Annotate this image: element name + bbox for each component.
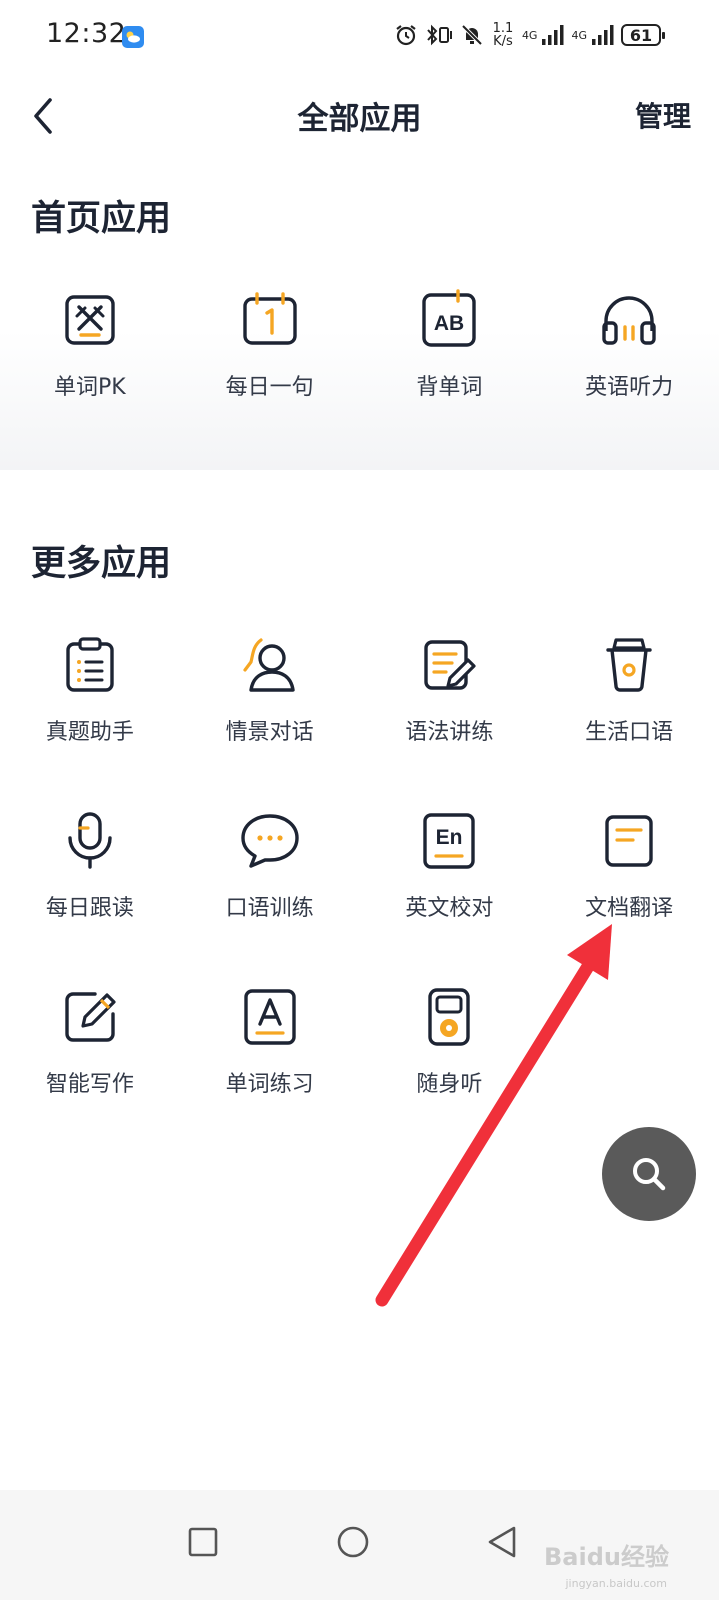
alarm-icon xyxy=(396,25,416,46)
status-bar: 12:32 1.1 K/s 4G 4G 61 xyxy=(0,0,719,76)
header: 全部应用 管理 xyxy=(0,76,719,154)
watermark: Baidu经验 xyxy=(544,1543,669,1571)
app-label: 智能写作 xyxy=(45,1072,134,1097)
app-item[interactable]: 智能写作 xyxy=(0,974,180,1150)
app-item[interactable]: 情景对话 xyxy=(180,622,360,798)
manage-button[interactable]: 管理 xyxy=(635,95,691,135)
more-apps-grid: 真题助手 情景对话 语法讲练 生活口语 每日跟读 口语训练 En 英文校对 文档… xyxy=(0,622,719,1150)
net-speed-unit: K/s xyxy=(493,34,513,49)
clipboard-icon xyxy=(66,637,114,692)
svg-text:En: En xyxy=(436,826,463,849)
app-item[interactable]: 每日跟读 xyxy=(0,798,180,974)
status-icons: 1.1 K/s 4G 4G 61 xyxy=(394,22,665,48)
app-item[interactable]: 随身听 xyxy=(360,974,540,1150)
ab-card-icon: AB xyxy=(422,289,477,347)
signal-icon xyxy=(542,25,564,45)
sim1-label: 4G xyxy=(521,28,538,42)
app-item[interactable]: 每日一句 xyxy=(180,277,360,453)
calendar-icon xyxy=(242,292,297,345)
weather-icon xyxy=(122,26,144,48)
app-label: 语法讲练 xyxy=(405,720,494,745)
battery-level: 61 xyxy=(629,25,653,45)
music-player-icon xyxy=(428,988,471,1046)
battery-icon: 61 xyxy=(621,24,665,46)
square-icon xyxy=(188,1527,218,1557)
headphones-icon xyxy=(602,296,656,345)
recent-apps-button[interactable] xyxy=(173,1512,233,1572)
bluetooth-vibrate-icon xyxy=(427,24,452,46)
back-nav-button[interactable] xyxy=(472,1512,532,1572)
letter-a-icon xyxy=(243,989,296,1045)
more-apps-title: 更多应用 xyxy=(31,544,172,584)
word-pk-icon xyxy=(65,295,115,345)
app-item[interactable]: 英语听力 xyxy=(539,277,719,453)
app-item[interactable]: 单词练习 xyxy=(180,974,360,1150)
page-title: 全部应用 xyxy=(297,101,422,137)
home-apps-grid: 单词PK 每日一句 AB 背单词 英语听力 xyxy=(0,277,719,453)
app-label: 每日一句 xyxy=(225,375,314,400)
app-label: 生活口语 xyxy=(585,720,674,745)
en-card-icon: En xyxy=(423,813,476,869)
app-item[interactable]: 生活口语 xyxy=(539,622,719,798)
app-label: 单词练习 xyxy=(225,1072,314,1097)
app-label: 英语听力 xyxy=(585,375,674,400)
status-time: 12:32 xyxy=(46,18,127,49)
app-item[interactable]: AB 背单词 xyxy=(360,277,540,453)
triangle-back-icon xyxy=(488,1526,516,1558)
signal-icon xyxy=(592,25,614,45)
app-label: 口语训练 xyxy=(225,896,314,921)
app-label: 英文校对 xyxy=(405,896,494,921)
system-nav-bar: Baidu经验 jingyan.baidu.com xyxy=(0,1490,719,1600)
mute-bell-icon xyxy=(461,24,483,46)
microphone-icon xyxy=(68,812,112,869)
app-item[interactable]: En 英文校对 xyxy=(360,798,540,974)
app-item[interactable]: 语法讲练 xyxy=(360,622,540,798)
sim2-label: 4G xyxy=(571,28,587,42)
app-label: 背单词 xyxy=(416,375,483,400)
person-icon xyxy=(243,638,295,692)
edit-note-icon xyxy=(424,640,476,690)
app-label: 每日跟读 xyxy=(45,896,134,921)
app-label: 文档翻译 xyxy=(585,896,674,921)
net-speed: 1.1 K/s xyxy=(490,22,516,48)
app-label: 真题助手 xyxy=(45,720,134,745)
pen-write-icon xyxy=(65,992,116,1042)
watermark-sub: jingyan.baidu.com xyxy=(565,1577,667,1590)
search-icon xyxy=(633,1158,666,1191)
app-item[interactable]: 口语训练 xyxy=(180,798,360,974)
app-label: 单词PK xyxy=(54,375,126,400)
app-label: 随身听 xyxy=(416,1072,483,1097)
home-apps-title: 首页应用 xyxy=(31,199,172,239)
app-label: 情景对话 xyxy=(225,720,314,745)
circle-icon xyxy=(337,1526,369,1558)
app-item[interactable]: 真题助手 xyxy=(0,622,180,798)
chat-bubble-icon xyxy=(240,814,299,868)
app-item[interactable]: 文档翻译 xyxy=(539,798,719,974)
svg-text:AB: AB xyxy=(434,312,464,335)
search-button[interactable] xyxy=(602,1127,696,1221)
document-icon xyxy=(605,815,653,867)
home-button[interactable] xyxy=(323,1512,383,1572)
app-item[interactable]: 单词PK xyxy=(0,277,180,453)
cup-icon xyxy=(606,638,652,692)
